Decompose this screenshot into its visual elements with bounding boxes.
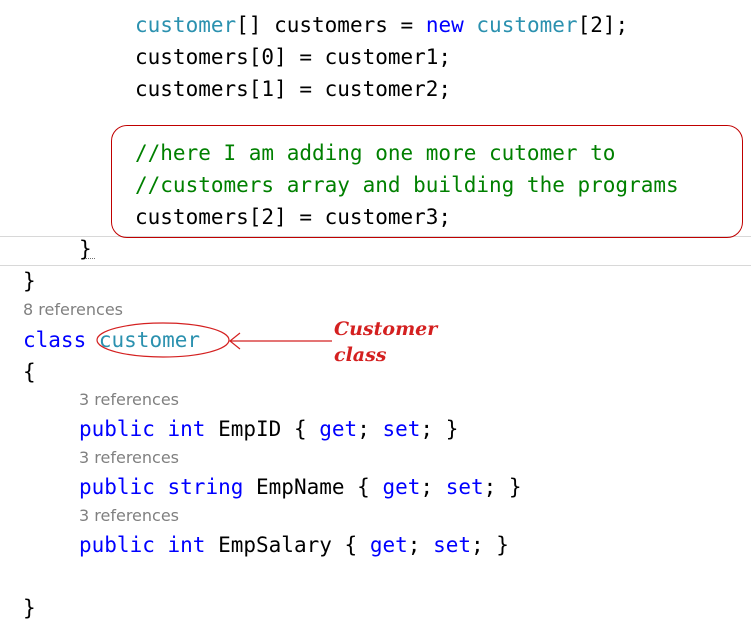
- customer-class-annotation: Customer class: [334, 316, 437, 368]
- annotation-line-1: Customer: [334, 318, 438, 340]
- class-name-circle: [96, 322, 230, 358]
- annotation-line-2: class: [334, 344, 387, 366]
- annotation-overlay: [96, 322, 332, 358]
